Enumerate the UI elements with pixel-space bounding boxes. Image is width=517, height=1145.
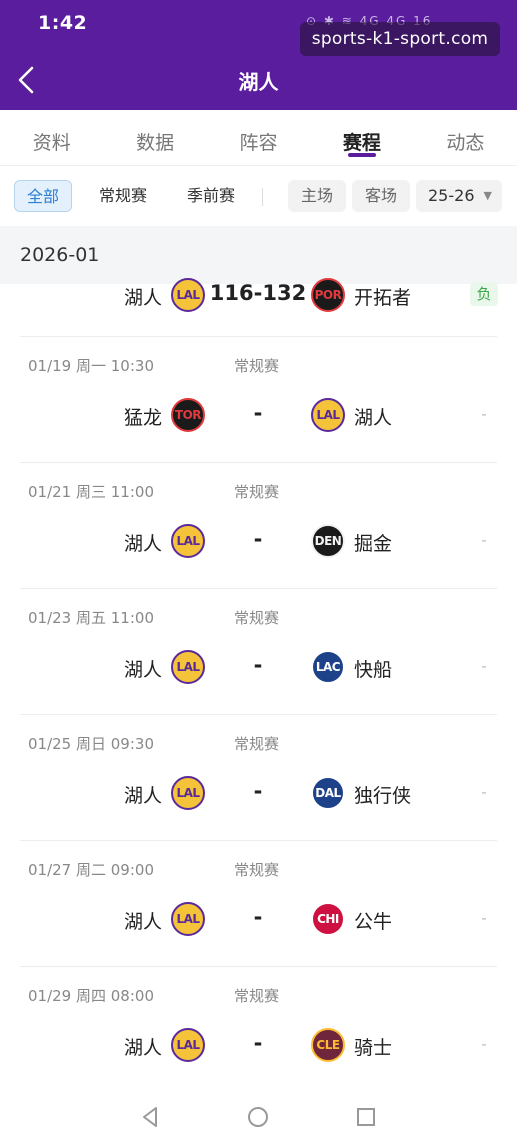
filter-all-chip[interactable]: 全部 bbox=[14, 180, 72, 212]
game-row[interactable]: 01/29 周四 08:00 常规赛湖人 LAL - CLE 骑士 - bbox=[0, 966, 517, 1092]
game-type: 常规赛 bbox=[234, 861, 280, 879]
filter-bar: 全部 常规赛 季前赛 主场 客场 25-26 ▼ bbox=[0, 166, 517, 226]
filter-preseason-chip[interactable]: 季前赛 bbox=[174, 180, 248, 212]
game-type: 常规赛 bbox=[234, 609, 280, 627]
nav-recents-icon[interactable] bbox=[353, 1104, 379, 1130]
game-result: - bbox=[481, 657, 487, 675]
game-row[interactable]: 01/23 周五 11:00 常规赛湖人 LAL - LAC 快船 - bbox=[0, 588, 517, 714]
tab-profile[interactable]: 资料 bbox=[0, 110, 103, 165]
game-score: 116-132 bbox=[209, 281, 307, 305]
game-date: 01/29 周四 08:00 bbox=[28, 987, 154, 1005]
away-team-logo: CLE bbox=[311, 1028, 345, 1062]
nav-back-icon[interactable] bbox=[138, 1104, 164, 1130]
month-label: 2026-01 bbox=[20, 244, 100, 266]
watermark: sports-k1-sport.com bbox=[300, 22, 500, 56]
away-team-name: 开拓者 bbox=[354, 287, 412, 309]
season-select-value: 25-26 bbox=[428, 186, 475, 205]
game-result: 负 bbox=[470, 282, 498, 306]
season-select[interactable]: 25-26 ▼ bbox=[416, 180, 502, 212]
filter-home-chip[interactable]: 主场 bbox=[288, 180, 346, 212]
row-divider bbox=[20, 462, 497, 463]
home-team-logo: LAL bbox=[171, 650, 205, 684]
game-row[interactable]: 01/25 周日 09:30 常规赛湖人 LAL - DAL 独行侠 - bbox=[0, 714, 517, 840]
filter-divider bbox=[262, 188, 263, 206]
away-team-name: 公牛 bbox=[354, 911, 393, 933]
game-row[interactable]: 01/21 周三 11:00 常规赛湖人 LAL - DEN 掘金 - bbox=[0, 462, 517, 588]
home-team-name: 湖人 bbox=[123, 1037, 162, 1059]
page-title: 湖人 bbox=[238, 70, 279, 94]
tab-news[interactable]: 动态 bbox=[414, 110, 517, 165]
row-divider bbox=[20, 714, 497, 715]
home-team-logo: LAL bbox=[171, 902, 205, 936]
tab-schedule[interactable]: 赛程 bbox=[310, 110, 413, 165]
game-date: 01/25 周日 09:30 bbox=[28, 735, 154, 753]
away-team-logo: CHI bbox=[311, 902, 345, 936]
home-team-logo: LAL bbox=[171, 1028, 205, 1062]
game-type: 常规赛 bbox=[234, 987, 280, 1005]
tab-roster[interactable]: 阵容 bbox=[207, 110, 310, 165]
game-result: - bbox=[481, 909, 487, 927]
filter-regular-season-chip[interactable]: 常规赛 bbox=[86, 180, 160, 212]
home-team-name: 湖人 bbox=[123, 533, 162, 555]
away-team-name: 独行侠 bbox=[354, 785, 412, 807]
tab-stats[interactable]: 数据 bbox=[103, 110, 206, 165]
game-date: 01/27 周二 09:00 bbox=[28, 861, 154, 879]
away-team-name: 掘金 bbox=[354, 533, 393, 555]
game-row[interactable]: 01/19 周一 10:30 常规赛猛龙 TOR - LAL 湖人 - bbox=[0, 336, 517, 462]
tab-bar: 资料 数据 阵容 赛程 动态 bbox=[0, 110, 517, 166]
game-type: 常规赛 bbox=[234, 735, 280, 753]
away-team-name: 骑士 bbox=[354, 1037, 393, 1059]
home-team-name: 湖人 bbox=[123, 659, 162, 681]
row-divider bbox=[20, 840, 497, 841]
row-divider bbox=[20, 588, 497, 589]
game-result: - bbox=[481, 405, 487, 423]
away-team-logo: LAC bbox=[311, 650, 345, 684]
home-team-name: 湖人 bbox=[123, 785, 162, 807]
row-divider bbox=[20, 966, 497, 967]
game-score: - bbox=[253, 401, 263, 425]
status-time: 1:42 bbox=[38, 12, 88, 34]
game-result: - bbox=[481, 1035, 487, 1053]
caret-down-icon: ▼ bbox=[483, 189, 492, 202]
away-team-logo: LAL bbox=[311, 398, 345, 432]
away-team-name: 湖人 bbox=[354, 407, 393, 429]
game-result: - bbox=[481, 783, 487, 801]
system-nav-bar bbox=[0, 1090, 517, 1145]
home-team-logo: TOR bbox=[171, 398, 205, 432]
home-team-name: 湖人 bbox=[123, 911, 162, 933]
away-team-logo: DEN bbox=[311, 524, 345, 558]
away-team-name: 快船 bbox=[354, 659, 393, 681]
game-score: - bbox=[253, 653, 263, 677]
home-team-name: 湖人 bbox=[123, 287, 162, 309]
game-type: 常规赛 bbox=[234, 357, 280, 375]
away-team-logo: POR bbox=[311, 278, 345, 312]
game-result: - bbox=[481, 531, 487, 549]
nav-home-icon[interactable] bbox=[245, 1104, 271, 1130]
game-type: 常规赛 bbox=[234, 483, 280, 501]
game-score: - bbox=[253, 1031, 263, 1055]
app-header: 1:42 ⊙ ✱ ≋ 4G 4G 16 sports-k1-sport.com … bbox=[0, 0, 517, 110]
game-score: - bbox=[253, 905, 263, 929]
home-team-logo: LAL bbox=[171, 524, 205, 558]
game-date: 01/21 周三 11:00 bbox=[28, 483, 154, 501]
game-score: - bbox=[253, 527, 263, 551]
game-row[interactable]: 01/27 周二 09:00 常规赛湖人 LAL - CHI 公牛 - bbox=[0, 840, 517, 966]
row-divider bbox=[20, 336, 497, 337]
home-team-logo: LAL bbox=[171, 278, 205, 312]
game-row[interactable]: 湖人 LAL 116-132 POR 开拓者 负 bbox=[0, 270, 517, 336]
home-team-logo: LAL bbox=[171, 776, 205, 810]
game-date: 01/19 周一 10:30 bbox=[28, 357, 154, 375]
home-team-name: 猛龙 bbox=[123, 407, 162, 429]
game-score: - bbox=[253, 779, 263, 803]
filter-away-chip[interactable]: 客场 bbox=[352, 180, 410, 212]
away-team-logo: DAL bbox=[311, 776, 345, 810]
game-date: 01/23 周五 11:00 bbox=[28, 609, 154, 627]
